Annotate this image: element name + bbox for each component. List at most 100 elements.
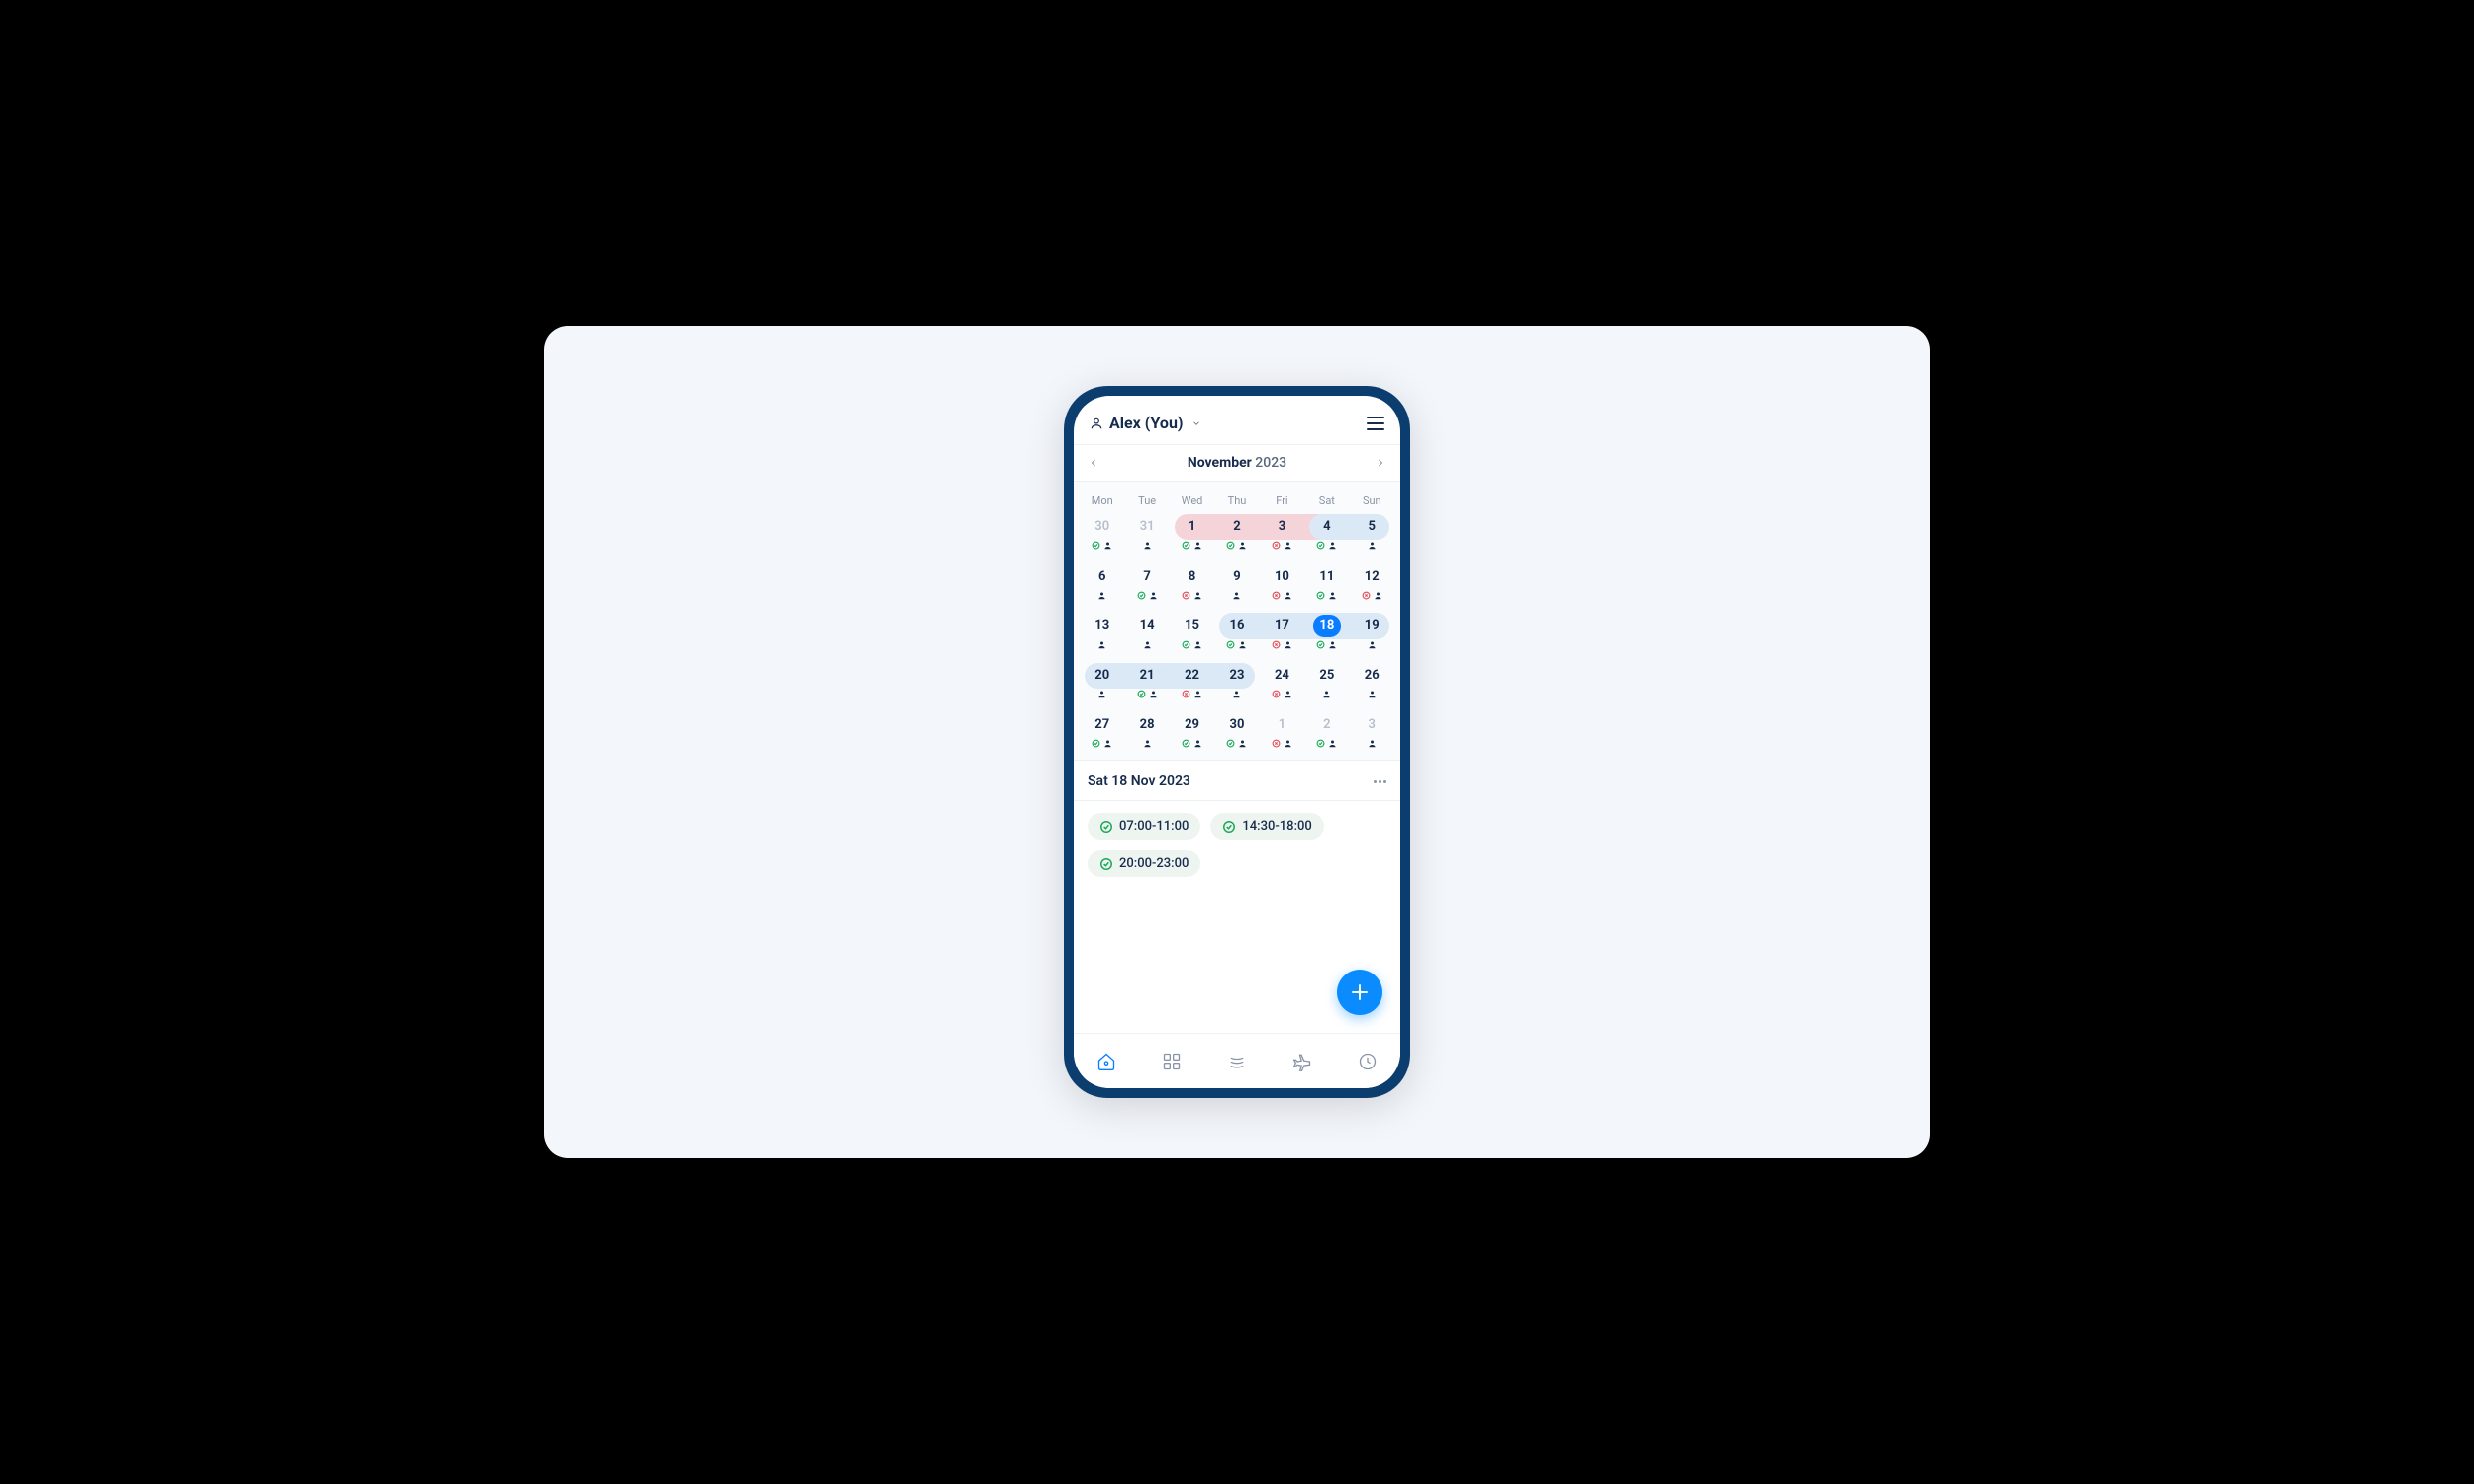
calendar-day[interactable]: 3 [1260,512,1304,558]
day-number: 2 [1313,714,1341,736]
day-number: 3 [1358,714,1385,736]
menu-button[interactable] [1367,417,1384,430]
tab-clock[interactable] [1335,1034,1400,1088]
day-status-marks [1143,638,1152,650]
calendar-day[interactable]: 21 [1124,661,1169,706]
time-slot-chip[interactable]: 14:30-18:00 [1210,813,1323,840]
day-number: 30 [1223,714,1251,736]
calendar-day[interactable]: 9 [1214,562,1259,607]
day-status-marks [1316,539,1337,551]
dow-label: Mon [1080,494,1124,507]
day-number: 20 [1089,665,1116,687]
calendar-day[interactable]: 26 [1350,661,1394,706]
calendar-day[interactable]: 7 [1124,562,1169,607]
day-number: 16 [1223,615,1251,637]
app-screen: Alex (You) November 2023 MonTueWedThuFri… [1074,396,1400,1088]
next-month-button[interactable] [1375,457,1386,469]
calendar-week: 6789 101112 [1080,562,1394,607]
calendar-day[interactable]: 6 [1080,562,1124,607]
calendar-day[interactable]: 18 [1304,611,1349,657]
day-status-marks [1272,539,1292,551]
day-status-marks [1272,589,1292,601]
day-number: 8 [1179,566,1206,588]
day-number: 22 [1179,665,1206,687]
calendar-day[interactable]: 5 [1350,512,1394,558]
day-number: 15 [1179,615,1206,637]
calendar-day[interactable]: 30 [1214,710,1259,756]
calendar-day[interactable]: 30 [1080,512,1124,558]
day-number: 30 [1089,516,1116,538]
user-selector[interactable]: Alex (You) [1090,414,1201,432]
calendar-day[interactable]: 17 [1260,611,1304,657]
day-number: 31 [1133,516,1161,538]
day-status-marks [1368,539,1377,551]
tab-plane[interactable] [1270,1034,1335,1088]
calendar-day[interactable]: 14 [1124,611,1169,657]
dow-label: Fri [1260,494,1304,507]
calendar-day[interactable]: 28 [1124,710,1169,756]
dow-label: Sun [1350,494,1394,507]
calendar-day[interactable]: 3 [1350,710,1394,756]
tab-queue[interactable] [1204,1034,1270,1088]
day-status-marks [1316,638,1337,650]
calendar-day[interactable]: 11 [1304,562,1349,607]
calendar-day[interactable]: 15 [1170,611,1214,657]
selected-day-header: Sat 18 Nov 2023 [1074,761,1400,801]
clock-icon [1358,1052,1378,1071]
calendar-day[interactable]: 19 [1350,611,1394,657]
calendar-day[interactable]: 31 [1124,512,1169,558]
calendar-day[interactable]: 2 [1304,710,1349,756]
day-status-marks [1143,539,1152,551]
grid-icon [1162,1052,1182,1071]
time-slot-chip[interactable]: 20:00-23:00 [1088,850,1200,877]
day-number: 9 [1223,566,1251,588]
day-status-marks [1092,539,1112,551]
calendar-day[interactable]: 1 [1170,512,1214,558]
day-number: 26 [1358,665,1385,687]
calendar-week: 272829 30 123 [1080,710,1394,756]
day-status-marks [1137,688,1158,699]
day-number: 19 [1358,615,1385,637]
calendar-day[interactable]: 12 [1350,562,1394,607]
calendar-day[interactable]: 20 [1080,661,1124,706]
day-status-marks [1097,589,1106,601]
slot-time: 14:30-18:00 [1242,819,1311,834]
tab-home[interactable] [1074,1034,1139,1088]
day-number: 13 [1089,615,1116,637]
tab-grid[interactable] [1139,1034,1204,1088]
add-button[interactable] [1337,970,1382,1015]
calendar-day[interactable]: 29 [1170,710,1214,756]
calendar-day[interactable]: 25 [1304,661,1349,706]
calendar-day[interactable]: 23 [1214,661,1259,706]
calendar-week: 30 31 12345 [1080,512,1394,558]
calendar-day[interactable]: 4 [1304,512,1349,558]
calendar-day[interactable]: 27 [1080,710,1124,756]
calendar-day[interactable]: 10 [1260,562,1304,607]
prev-month-button[interactable] [1088,457,1099,469]
day-number: 4 [1313,516,1341,538]
calendar-day[interactable]: 13 [1080,611,1124,657]
header-bar: Alex (You) [1074,396,1400,445]
calendar-day[interactable]: 8 [1170,562,1214,607]
calendar-day[interactable]: 24 [1260,661,1304,706]
calendar-day[interactable]: 1 [1260,710,1304,756]
day-status-marks [1226,638,1247,650]
calendar-week: 13 14 15 16 17 18 19 [1080,611,1394,657]
more-options-button[interactable] [1374,780,1386,783]
calendar-day[interactable]: 2 [1214,512,1259,558]
dow-label: Tue [1124,494,1169,507]
slot-time: 07:00-11:00 [1119,819,1189,834]
day-number: 17 [1268,615,1295,637]
day-status-marks [1232,589,1241,601]
day-number: 14 [1133,615,1161,637]
day-status-marks [1272,688,1292,699]
day-status-marks [1368,638,1377,650]
day-status-marks [1368,737,1377,749]
day-status-marks [1182,688,1202,699]
day-status-marks [1226,539,1247,551]
day-status-marks [1143,737,1152,749]
calendar-day[interactable]: 22 [1170,661,1214,706]
calendar-day[interactable]: 16 [1214,611,1259,657]
time-slot-chip[interactable]: 07:00-11:00 [1088,813,1200,840]
day-status-marks [1182,638,1202,650]
